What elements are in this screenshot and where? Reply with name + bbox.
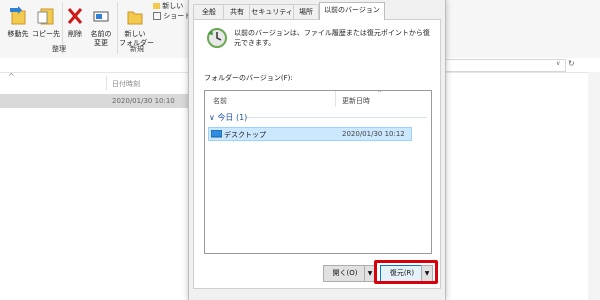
open-button[interactable]: 開く(O) (323, 265, 367, 282)
version-date: 2020/01/30 10:12 (342, 130, 405, 138)
highlight-box (374, 260, 438, 284)
search-box[interactable] (444, 59, 566, 72)
move-to-icon (4, 6, 32, 29)
group-header-today[interactable]: ∨ 今日 (1) (209, 112, 247, 123)
list-column-date[interactable]: 更新日時 (342, 96, 370, 106)
restore-clock-icon (206, 27, 228, 51)
ribbon-divider (117, 2, 118, 54)
new-item-small[interactable]: 新しい (153, 1, 183, 11)
rename-button[interactable]: 名前の 変更 (88, 6, 114, 48)
list-column-name[interactable]: 名前 (213, 96, 227, 106)
file-row-date: 2020/01/30 10:10 (112, 97, 175, 105)
refresh-icon[interactable]: ↻ (568, 59, 575, 68)
delete-x-icon (64, 6, 86, 29)
tab-panel: 以前のバージョンは、ファイル履歴または復元ポイントから復元できます。 フォルダー… (193, 19, 441, 289)
scrollbar[interactable] (588, 72, 600, 300)
tab-security[interactable]: セキュリティ (249, 4, 295, 19)
new-item-icon (153, 3, 160, 9)
sort-up-icon: ^ (8, 72, 15, 81)
sort-caret-icon: ^ (377, 90, 383, 97)
new-folder-button[interactable]: 新しい フォルダー (119, 6, 154, 48)
tab-general[interactable]: 全般 (193, 4, 225, 19)
copy-to-button[interactable]: コピー先 (32, 6, 60, 39)
column-divider (335, 91, 336, 107)
group-divider (247, 117, 427, 118)
chevron-down-icon[interactable]: ∨ (556, 60, 560, 67)
description-text: 以前のバージョンは、ファイル履歴または復元ポイントから復元できます。 (234, 29, 430, 47)
tab-previous-versions[interactable]: 以前のバージョン (319, 2, 385, 20)
column-date-header[interactable]: 日付時刻 (112, 79, 140, 89)
properties-dialog: 全般 共有 セキュリティ 場所 以前のバージョン 以前のバージョンは、ファイル履… (188, 0, 446, 300)
versions-list[interactable]: 名前 更新日時 ^ ∨ 今日 (1) デスクトップ 2020/01/30 10:… (204, 90, 432, 254)
column-divider (106, 76, 107, 90)
version-name: デスクトップ (224, 131, 266, 139)
copy-to-icon (32, 6, 60, 29)
chevron-down-icon: ∨ (209, 113, 215, 122)
column-header (0, 72, 185, 92)
dropdown-arrow-icon: ▼ (367, 270, 373, 277)
rename-icon (88, 6, 114, 29)
delete-button[interactable]: 削除 (64, 6, 86, 39)
shortcut-small[interactable]: ショート (153, 11, 191, 21)
move-to-button[interactable]: 移動先 (4, 6, 32, 39)
group-label-organize: 整理 (52, 45, 66, 53)
new-folder-icon (119, 6, 151, 29)
tab-location[interactable]: 場所 (293, 4, 319, 19)
group-label-new: 新規 (130, 45, 144, 53)
desktop-icon (210, 129, 223, 140)
list-item[interactable]: デスクトップ 2020/01/30 10:12 (208, 127, 412, 141)
folder-versions-label: フォルダーのバージョン(F): (204, 74, 293, 82)
tab-sharing[interactable]: 共有 (223, 4, 251, 19)
shortcut-icon (153, 12, 161, 20)
